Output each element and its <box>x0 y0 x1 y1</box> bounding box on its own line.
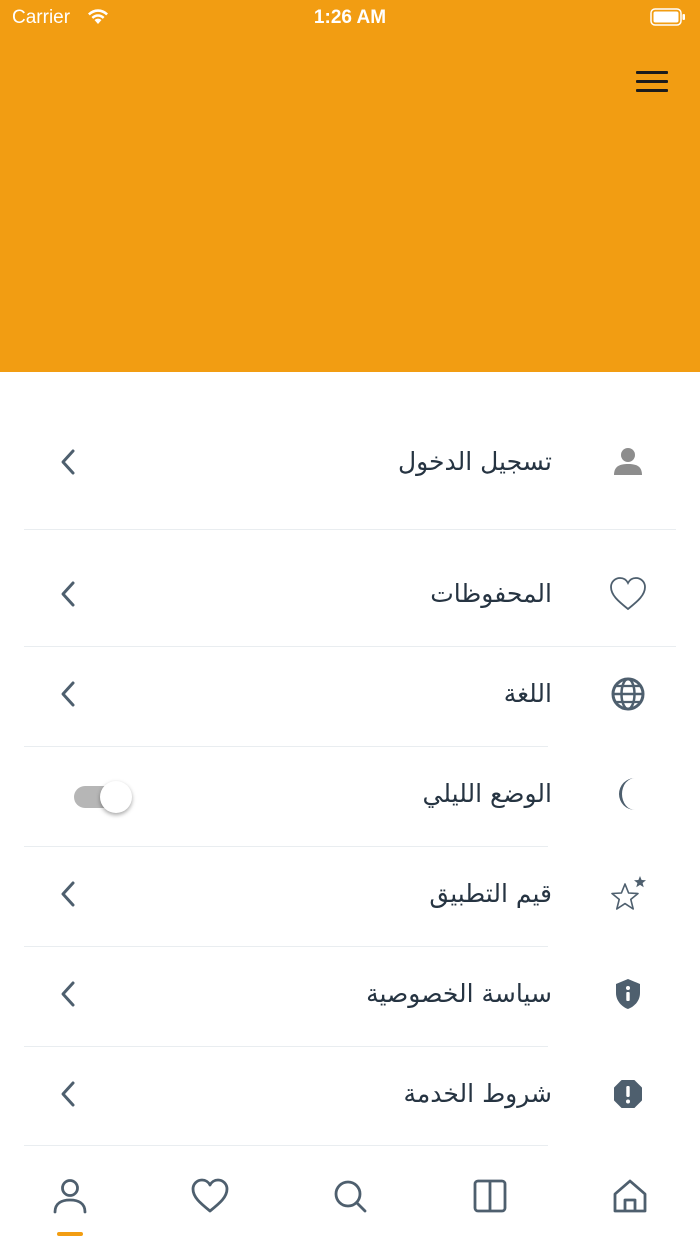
menu-item-favorites[interactable]: المحفوظات <box>0 544 700 644</box>
alert-icon <box>614 1080 642 1108</box>
header-banner: Carrier 1:26 AM <box>0 0 700 372</box>
shield-info-icon <box>616 979 640 1009</box>
chevron-left-icon <box>61 449 75 475</box>
chevron-left-icon <box>61 681 75 707</box>
hamburger-menu-icon[interactable] <box>636 71 668 93</box>
night-mode-toggle[interactable] <box>74 777 134 813</box>
menu-item-label: تسجيل الدخول <box>397 447 552 476</box>
user-icon <box>614 448 642 475</box>
chevron-left-icon <box>61 981 75 1007</box>
globe-icon <box>611 677 645 711</box>
menu-item-language[interactable]: اللغة <box>0 644 700 744</box>
chevron-left-icon <box>61 581 75 607</box>
battery-icon <box>650 8 685 26</box>
heart-icon <box>610 577 646 611</box>
menu-item-label: سياسة الخصوصية <box>366 979 552 1008</box>
toggle-knob <box>100 781 132 813</box>
menu-item-label: قيم التطبيق <box>429 879 552 908</box>
active-tab-indicator <box>57 1232 83 1236</box>
moon-icon <box>619 778 635 810</box>
chevron-left-icon <box>61 1081 75 1107</box>
menu-item-privacy-policy[interactable]: سياسة الخصوصية <box>0 944 700 1044</box>
menu-item-login[interactable]: تسجيل الدخول <box>0 412 700 512</box>
divider <box>24 529 676 530</box>
status-time: 1:26 AM <box>313 7 387 28</box>
status-bar: Carrier 1:26 AM <box>0 0 700 36</box>
profile-icon[interactable] <box>50 1176 90 1216</box>
menu-item-label: الوضع الليلي <box>422 779 552 808</box>
menu-item-label: اللغة <box>503 679 552 708</box>
menu-item-terms-of-service[interactable]: شروط الخدمة <box>0 1044 700 1144</box>
menu-item-night-mode: الوضع الليلي <box>0 744 700 844</box>
book-icon[interactable] <box>470 1176 510 1216</box>
chevron-left-icon <box>61 881 75 907</box>
menu-item-label: شروط الخدمة <box>403 1079 553 1108</box>
search-icon[interactable] <box>330 1176 370 1216</box>
heart-icon[interactable] <box>190 1176 230 1216</box>
bottom-tab-bar <box>0 1150 700 1244</box>
home-icon[interactable] <box>610 1176 650 1216</box>
menu-item-rate-app[interactable]: قيم التطبيق <box>0 844 700 944</box>
star-icon <box>611 876 646 910</box>
menu-item-label: المحفوظات <box>430 579 552 608</box>
divider <box>24 1145 548 1146</box>
